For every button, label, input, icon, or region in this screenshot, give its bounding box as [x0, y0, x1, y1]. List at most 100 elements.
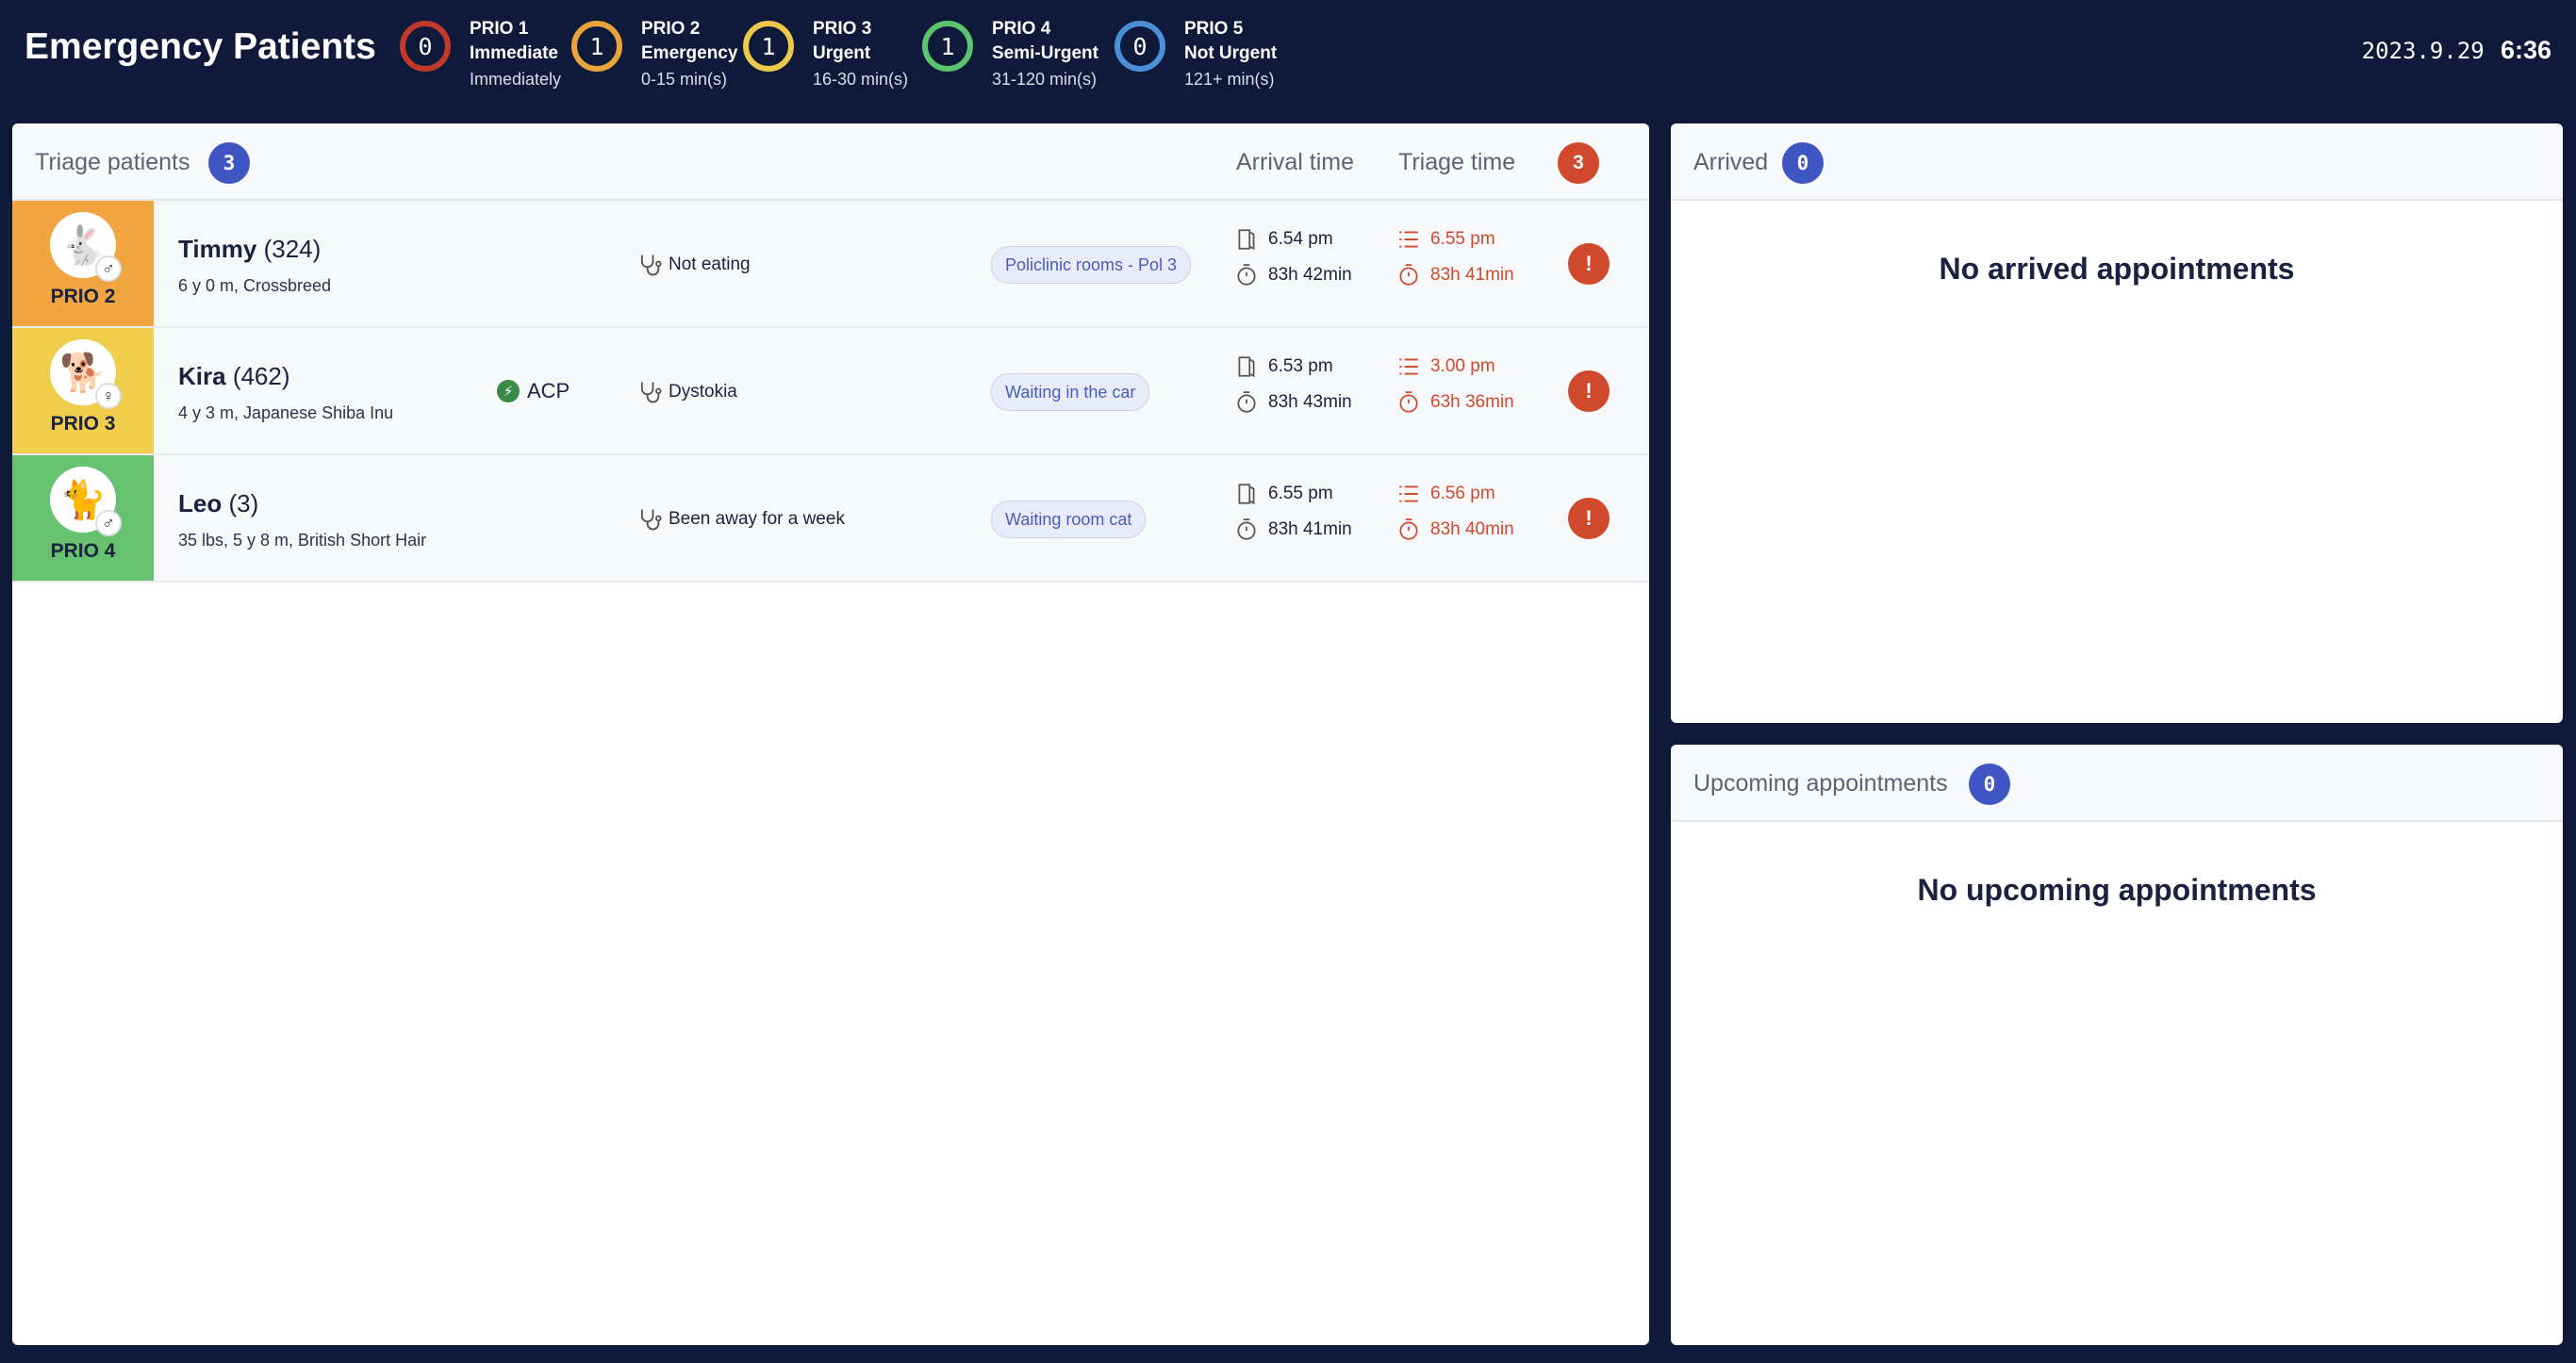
patient-details: 6 y 0 m, Crossbreed — [178, 276, 332, 295]
list-icon — [1399, 231, 1418, 248]
patient-details: 4 y 3 m, Japanese Shiba Inu — [178, 403, 394, 422]
avatar: 🐇 ♂ — [50, 212, 122, 282]
triage-elapsed: 63h 36min — [1396, 390, 1514, 415]
patient-row[interactable]: 🐕 ♀ PRIO 3 Kira (462) 4 y 3 m, Japanese … — [12, 328, 1649, 455]
patient-name-text: Timmy — [178, 235, 257, 263]
door-icon — [1238, 356, 1255, 378]
arrival-time: 6.54 pm — [1234, 227, 1333, 252]
prio-4-name: Semi-Urgent — [992, 43, 1098, 63]
arrival-elapsed: 83h 43min — [1234, 390, 1352, 415]
alert-count-badge: 3 — [1558, 142, 1599, 184]
date-time-clock: 2023.9.29 6:36 — [2362, 36, 2551, 65]
upcoming-count-badge: 0 — [1969, 764, 2010, 805]
triage-elapsed: 83h 40min — [1396, 517, 1514, 542]
stopwatch-icon — [1237, 391, 1256, 413]
patient-name[interactable]: Timmy (324) — [178, 235, 321, 264]
patient-details: 35 lbs, 5 y 8 m, British Short Hair — [178, 531, 427, 550]
stethoscope-icon — [640, 509, 662, 531]
list-icon — [1399, 358, 1418, 375]
prio-5-count: 0 — [1115, 21, 1165, 72]
triage-time: 6.56 pm — [1396, 482, 1495, 506]
door-icon — [1238, 229, 1255, 251]
acp-text: ACP — [527, 379, 570, 402]
lightning-icon: ⚡ — [497, 380, 520, 402]
upcoming-panel: Upcoming appointments 0 No upcoming appo… — [1671, 745, 2563, 1345]
arrived-panel-header: Arrived 0 — [1671, 123, 2563, 201]
alert-icon[interactable]: ! — [1568, 498, 1610, 539]
complaint-text: Dystokia — [669, 382, 737, 402]
prio-3-range: 16-30 min(s) — [813, 70, 909, 89]
patient-row[interactable]: 🐇 ♂ PRIO 2 Timmy (324) 6 y 0 m, Crossbre… — [12, 201, 1649, 328]
prio-1-label: PRIO 1 — [470, 19, 529, 39]
complaint: Dystokia — [636, 379, 737, 405]
prio-label: PRIO 3 — [50, 413, 116, 435]
stethoscope-icon — [640, 255, 662, 276]
complaint: Not eating — [636, 252, 751, 278]
arrived-title: Arrived — [1693, 149, 1769, 175]
arrival-time-column-header[interactable]: Arrival time — [1236, 149, 1354, 176]
current-date: 2023.9.29 — [2361, 38, 2485, 64]
triage-count-badge: 3 — [208, 142, 250, 184]
male-icon: ♂ — [95, 255, 122, 282]
prio-3-name: Urgent — [813, 43, 871, 63]
triage-panel-header: Triage patients 3 Arrival time Triage ti… — [12, 123, 1649, 201]
arrival-elapsed: 83h 41min — [1234, 517, 1352, 542]
triage-time-column-header[interactable]: Triage time — [1398, 149, 1515, 176]
acp-tag: ⚡ ACP — [497, 379, 570, 403]
avatar: 🐈 ♂ — [50, 467, 122, 536]
patient-name[interactable]: Kira (462) — [178, 362, 290, 391]
stopwatch-icon — [1399, 264, 1418, 286]
arrival-time-text: 6.55 pm — [1268, 484, 1333, 503]
arrival-elapsed-text: 83h 43min — [1268, 392, 1352, 412]
complaint: Been away for a week — [636, 506, 845, 533]
prio-5-range: 121+ min(s) — [1184, 70, 1275, 89]
patient-id: (462) — [232, 362, 290, 390]
arrival-time: 6.55 pm — [1234, 482, 1333, 506]
current-time: 6:36 — [2500, 36, 2551, 64]
alert-icon[interactable]: ! — [1568, 243, 1610, 285]
upcoming-empty-message: No upcoming appointments — [1917, 873, 2317, 907]
prio-cell: 🐕 ♀ PRIO 3 — [12, 328, 154, 453]
location-badge[interactable]: Policlinic rooms - Pol 3 — [991, 246, 1192, 284]
prio-4-count: 1 — [922, 21, 973, 72]
stopwatch-icon — [1399, 391, 1418, 413]
location-badge[interactable]: Waiting in the car — [991, 373, 1150, 411]
arrival-elapsed: 83h 42min — [1234, 263, 1352, 287]
prio-4-range: 31-120 min(s) — [992, 70, 1098, 89]
arrival-elapsed-text: 83h 42min — [1268, 265, 1352, 285]
stopwatch-icon — [1237, 518, 1256, 540]
avatar: 🐕 ♀ — [50, 339, 122, 409]
female-icon: ♀ — [95, 383, 122, 409]
triage-time: 6.55 pm — [1396, 227, 1495, 252]
patient-name-text: Leo — [178, 489, 223, 517]
triage-elapsed-text: 63h 36min — [1430, 392, 1514, 412]
door-icon — [1238, 484, 1255, 505]
patient-id: (324) — [263, 235, 322, 263]
prio-cell: 🐈 ♂ PRIO 4 — [12, 455, 154, 581]
stethoscope-icon — [640, 382, 662, 403]
arrived-count-badge: 0 — [1782, 142, 1824, 184]
upcoming-panel-header: Upcoming appointments 0 — [1671, 745, 2563, 822]
prio-4-label: PRIO 4 — [992, 19, 1051, 39]
location-badge[interactable]: Waiting room cat — [991, 501, 1147, 538]
prio-2-range: 0-15 min(s) — [641, 70, 728, 89]
triage-elapsed-text: 83h 40min — [1430, 519, 1514, 539]
prio-1-range: Immediately — [470, 70, 562, 89]
stopwatch-icon — [1399, 518, 1418, 540]
prio-label: PRIO 4 — [50, 540, 116, 562]
complaint-text: Been away for a week — [669, 509, 845, 529]
list-icon — [1399, 485, 1418, 502]
male-icon: ♂ — [95, 510, 122, 536]
arrived-panel: Arrived 0 No arrived appointments — [1671, 123, 2563, 723]
page-title: Emergency Patients — [25, 26, 376, 67]
patient-row[interactable]: 🐈 ♂ PRIO 4 Leo (3) 35 lbs, 5 y 8 m, Brit… — [12, 455, 1649, 583]
alert-icon[interactable]: ! — [1568, 370, 1610, 412]
complaint-text: Not eating — [669, 255, 751, 274]
prio-2-label: PRIO 2 — [641, 19, 701, 39]
upcoming-title: Upcoming appointments — [1693, 770, 1948, 796]
prio-2-name: Emergency — [641, 43, 738, 63]
arrival-time: 6.53 pm — [1234, 354, 1333, 379]
patient-name[interactable]: Leo (3) — [178, 489, 258, 518]
prio-5-name: Not Urgent — [1184, 43, 1278, 63]
stopwatch-icon — [1237, 264, 1256, 286]
